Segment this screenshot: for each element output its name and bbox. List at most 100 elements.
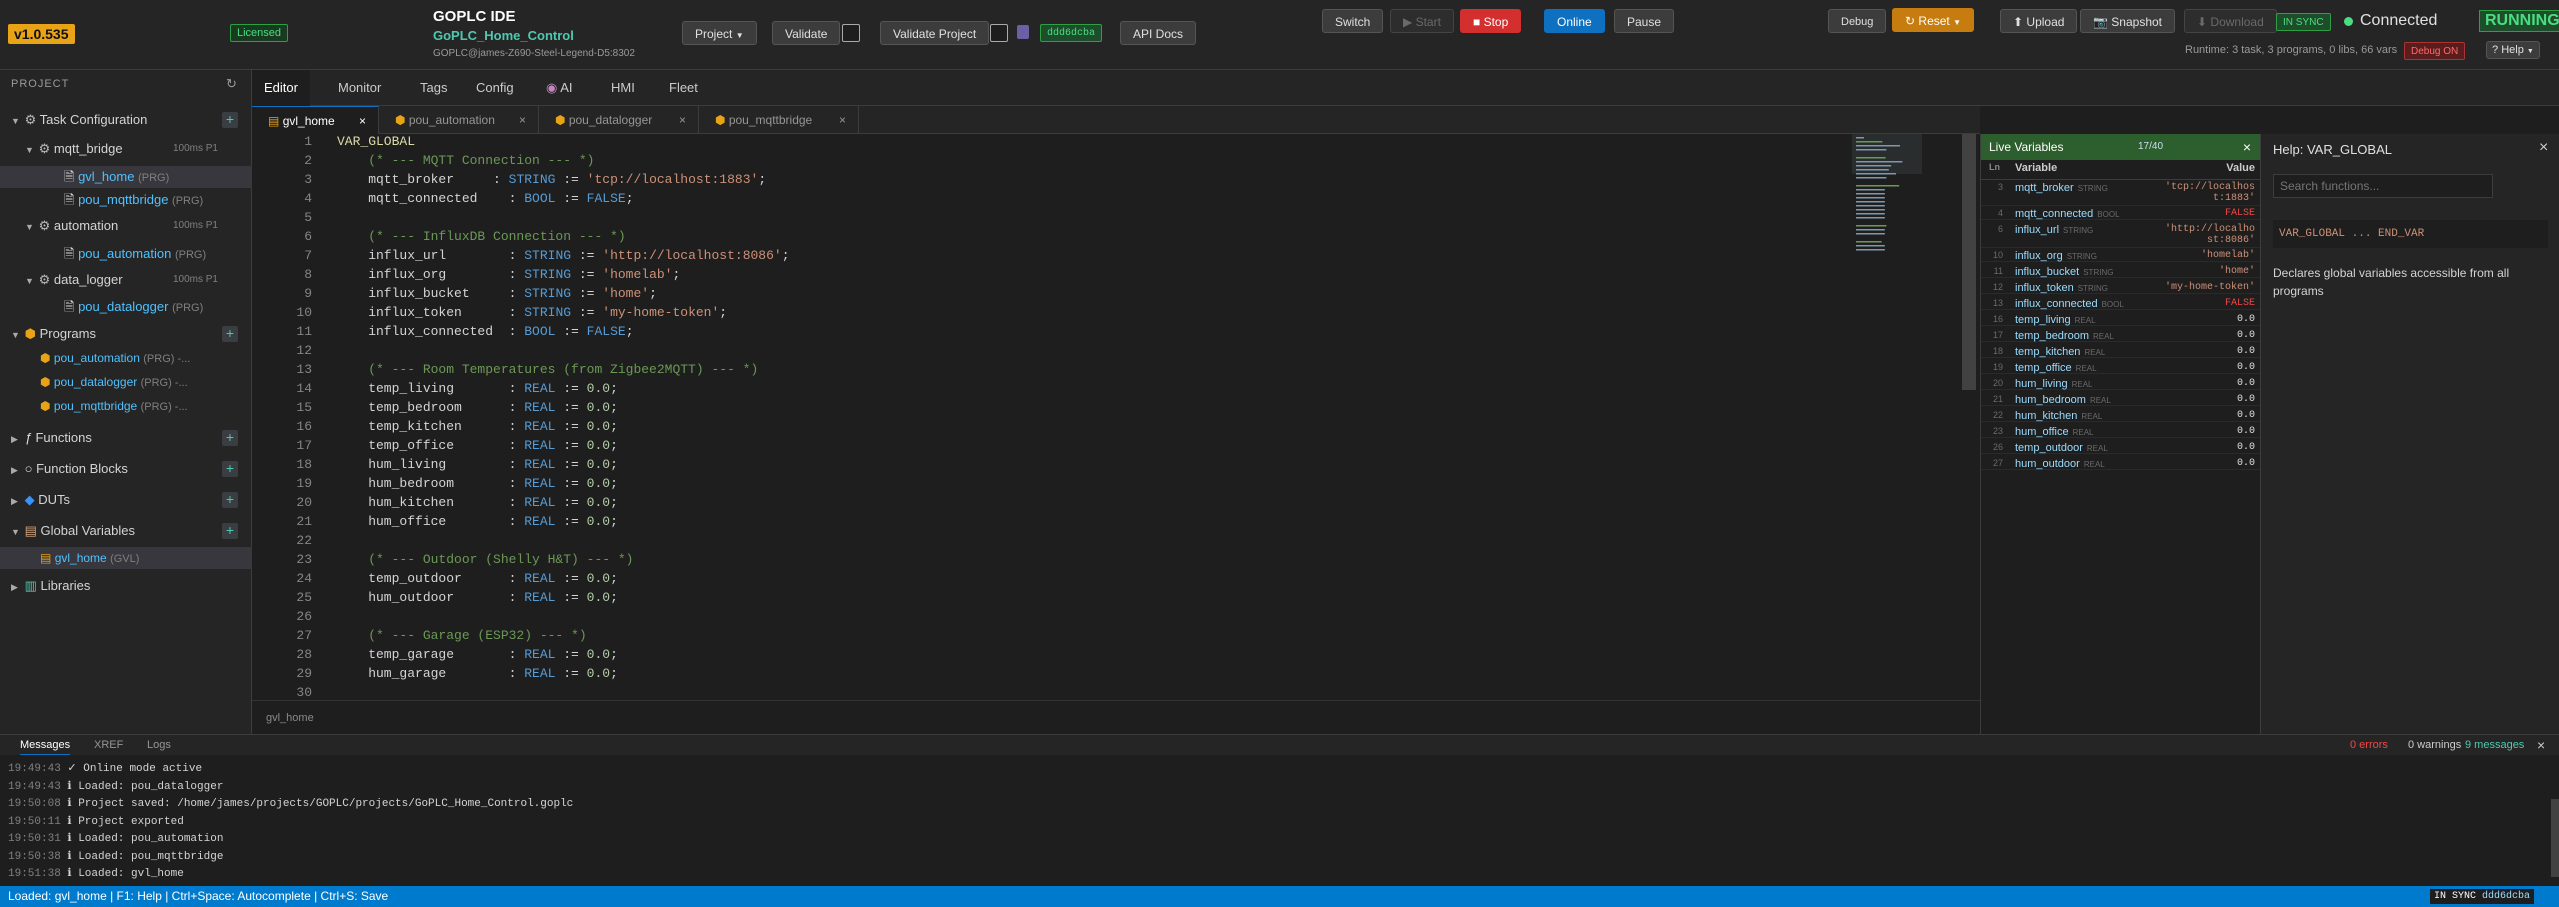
live-var-value: 'tcp://localhost:1883'	[2164, 182, 2255, 204]
tree-duts[interactable]: ▶ ◆ DUTs +	[0, 489, 252, 511]
project-menu-button[interactable]: Project ▼	[682, 21, 757, 45]
live-var-row[interactable]: 26 temp_outdoor REAL 0.0	[1981, 442, 2261, 454]
start-button[interactable]: ▶ Start	[1390, 9, 1454, 33]
close-icon[interactable]: ×	[2537, 735, 2545, 755]
tree-programs[interactable]: ▼ ⬢ Programs +	[0, 323, 252, 345]
validate-checkbox[interactable]	[842, 24, 860, 42]
package-icon: ⬢	[24, 326, 36, 341]
live-var-row[interactable]: 22 hum_kitchen REAL 0.0	[1981, 410, 2261, 422]
tab-xref[interactable]: XREF	[94, 735, 123, 755]
close-icon[interactable]: ×	[519, 106, 526, 134]
pause-button[interactable]: Pause	[1614, 9, 1675, 33]
add-gvl-button[interactable]: +	[222, 523, 238, 539]
upload-button[interactable]: ⬆ Upload	[2000, 9, 2078, 33]
tree-task-data-logger[interactable]: ▼ ⚙ data_logger 100ms P1	[0, 269, 252, 291]
live-var-row[interactable]: 23 hum_office REAL 0.0	[1981, 426, 2261, 438]
file-tab-pou-mqttbridge[interactable]: ⬢ pou_mqttbridge ×	[699, 106, 859, 134]
package-icon: ⬢	[395, 113, 406, 127]
tree-gvl-home[interactable]: ▤ gvl_home (GVL)	[0, 547, 252, 569]
live-var-row[interactable]: 6 influx_url STRING 'http://localhost:8086'	[1981, 224, 2261, 248]
close-icon[interactable]: ×	[359, 107, 366, 135]
code-token: ;	[610, 457, 618, 472]
switch-button[interactable]: Switch	[1322, 9, 1384, 33]
chevron-right-icon: ▶	[11, 496, 18, 506]
live-var-row[interactable]: 19 temp_office REAL 0.0	[1981, 362, 2261, 374]
messages-scrollbar[interactable]	[2551, 799, 2559, 877]
add-function-block-button[interactable]: +	[222, 461, 238, 477]
tree-program-pou-automation[interactable]: ⬢ pou_automation (PRG) -...	[0, 347, 252, 369]
refresh-icon[interactable]: ↻	[226, 76, 237, 92]
tree-item-pou-datalogger[interactable]: 🗎 pou_datalogger (PRG)	[0, 296, 252, 318]
tree-label: automation	[53, 218, 119, 233]
close-icon[interactable]: ×	[679, 106, 686, 134]
live-var-row[interactable]: 12 influx_token STRING 'my-home-token'	[1981, 282, 2261, 294]
tree-task-configuration[interactable]: ▼ ⚙ Task Configuration +	[0, 109, 252, 131]
download-button[interactable]: ⬇ Download	[2184, 9, 2277, 33]
validate-project-button[interactable]: Validate Project	[880, 21, 990, 45]
debug-button[interactable]: Debug	[1828, 9, 1887, 33]
tree-function-blocks[interactable]: ▶ ○ Function Blocks +	[0, 458, 252, 480]
reset-button[interactable]: ↻ Reset ▼	[1892, 8, 1975, 32]
add-function-button[interactable]: +	[222, 430, 238, 446]
tab-logs[interactable]: Logs	[147, 735, 171, 755]
file-tab-gvl-home[interactable]: ▤ gvl_home ×	[252, 106, 379, 134]
code-token: :=	[571, 286, 603, 301]
snapshot-button[interactable]: 📷 Snapshot	[2080, 9, 2176, 33]
add-dut-button[interactable]: +	[222, 492, 238, 508]
chevron-right-icon: ▶	[11, 434, 18, 444]
tab-config[interactable]: Config	[464, 70, 526, 106]
live-var-row[interactable]: 17 temp_bedroom REAL 0.0	[1981, 330, 2261, 342]
live-var-row[interactable]: 11 influx_bucket STRING 'home'	[1981, 266, 2261, 278]
tree-item-pou-automation[interactable]: 🗎 pou_automation (PRG)	[0, 243, 252, 265]
tree-item-gvl-home[interactable]: 🗎 gvl_home (PRG)	[0, 166, 252, 188]
live-var-row[interactable]: 27 hum_outdoor REAL 0.0	[1981, 458, 2261, 470]
tree-global-variables[interactable]: ▼ ▤ Global Variables +	[0, 520, 252, 542]
file-tab-pou-datalogger[interactable]: ⬢ pou_datalogger ×	[539, 106, 699, 134]
editor-scrollbar[interactable]	[1962, 134, 1976, 390]
tree-program-pou-datalogger[interactable]: ⬢ pou_datalogger (PRG) -...	[0, 371, 252, 393]
live-var-row[interactable]: 10 influx_org STRING 'homelab'	[1981, 250, 2261, 262]
validate-project-checkbox[interactable]	[990, 24, 1008, 42]
validate-button[interactable]: Validate	[772, 21, 841, 45]
tab-messages[interactable]: Messages	[20, 735, 71, 755]
help-button[interactable]: ? Help ▼	[2486, 41, 2540, 59]
code-token: BOOL	[524, 191, 556, 206]
minimap[interactable]	[1852, 134, 1952, 264]
close-icon[interactable]: ×	[2539, 139, 2548, 157]
help-search-input[interactable]	[2273, 174, 2493, 198]
add-task-button[interactable]: +	[222, 112, 238, 128]
api-docs-button[interactable]: API Docs	[1120, 21, 1197, 45]
live-var-row[interactable]: 21 hum_bedroom REAL 0.0	[1981, 394, 2261, 406]
tab-hmi[interactable]: HMI	[599, 70, 647, 106]
tree-libraries[interactable]: ▶ ▥ Libraries	[0, 575, 252, 597]
live-var-row[interactable]: 18 temp_kitchen REAL 0.0	[1981, 346, 2261, 358]
package-icon: ⬢	[40, 351, 51, 365]
code-editor[interactable]: 1 VAR_GLOBAL 2 (* --- MQTT Connection --- …	[252, 134, 1980, 700]
tab-tags[interactable]: Tags	[408, 70, 459, 106]
tab-editor[interactable]: Editor	[252, 70, 310, 106]
code-token: :=	[555, 495, 587, 510]
tab-monitor[interactable]: Monitor	[326, 70, 393, 106]
code-line: (* --- Outdoor (Shelly H&T) --- *)	[337, 552, 633, 567]
live-var-row[interactable]: 4 mqtt_connected BOOL FALSE	[1981, 208, 2261, 220]
live-var-row[interactable]: 13 influx_connected BOOL FALSE	[1981, 298, 2261, 310]
add-program-button[interactable]: +	[222, 326, 238, 342]
file-tab-pou-automation[interactable]: ⬢ pou_automation ×	[379, 106, 539, 134]
live-var-row[interactable]: 20 hum_living REAL 0.0	[1981, 378, 2261, 390]
tree-program-pou-mqttbridge[interactable]: ⬢ pou_mqttbridge (PRG) -...	[0, 395, 252, 417]
close-icon[interactable]: ×	[2243, 134, 2251, 160]
stop-button[interactable]: ■ Stop	[1460, 9, 1522, 33]
tree-task-mqtt-bridge[interactable]: ▼ ⚙ mqtt_bridge 100ms P1	[0, 138, 252, 160]
tab-fleet[interactable]: Fleet	[657, 70, 710, 106]
close-icon[interactable]: ×	[839, 106, 846, 134]
tree-task-automation[interactable]: ▼ ⚙ automation 100ms P1	[0, 215, 252, 237]
minimap-line	[1856, 185, 1900, 187]
live-var-row[interactable]: 3 mqtt_broker STRING 'tcp://localhost:1883'	[1981, 182, 2261, 206]
live-var-row[interactable]: 16 temp_living REAL 0.0	[1981, 314, 2261, 326]
tab-ai[interactable]: ◉ AI	[534, 70, 585, 106]
message-time: 19:51:38	[8, 868, 61, 880]
minimap-line	[1856, 145, 1900, 147]
tree-functions[interactable]: ▶ ƒ Functions +	[0, 427, 252, 449]
tree-item-pou-mqttbridge[interactable]: 🗎 pou_mqttbridge (PRG)	[0, 189, 252, 211]
online-button[interactable]: Online	[1544, 9, 1605, 33]
